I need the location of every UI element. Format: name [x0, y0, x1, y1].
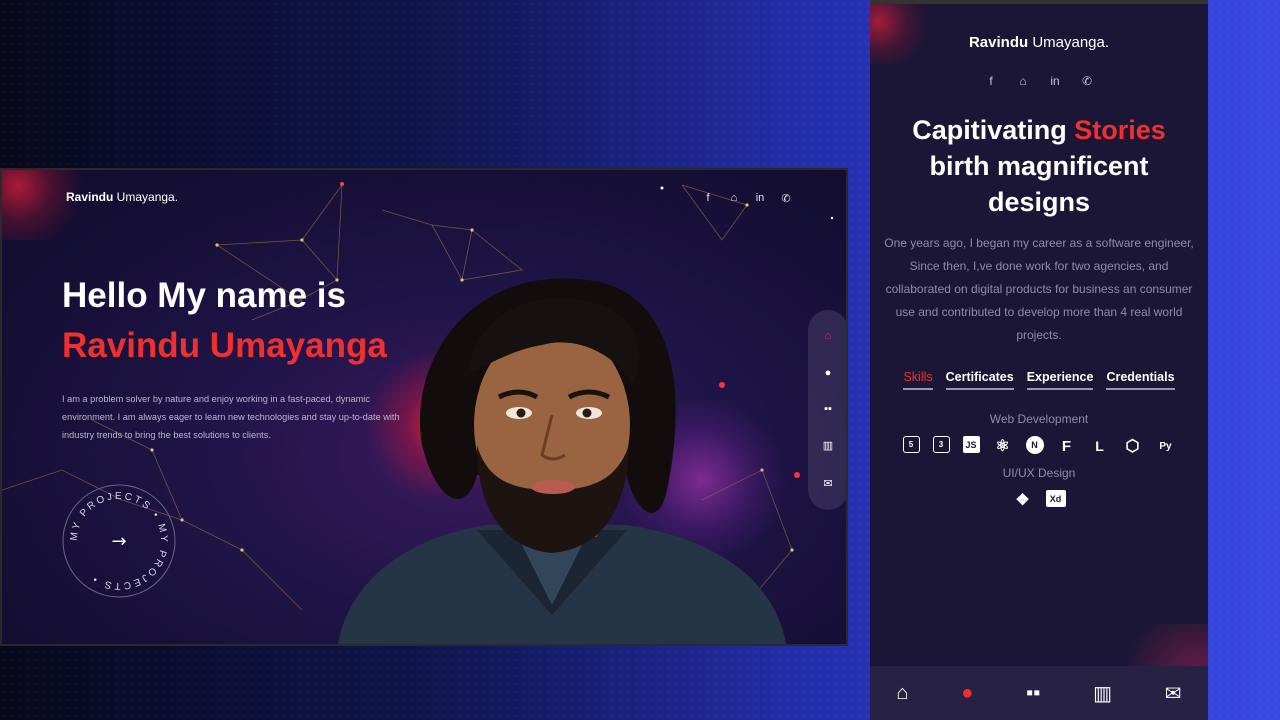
react-icon: ⚛ — [995, 438, 1010, 455]
tab-certificates[interactable]: Certificates — [945, 370, 1014, 390]
about-tabs: Skills Certificates Experience Credentia… — [870, 370, 1208, 390]
facebook-icon[interactable]: f — [702, 192, 714, 205]
web-development-heading: Web Development — [989, 412, 1089, 426]
nextjs-icon: N — [1025, 436, 1044, 454]
mail-icon[interactable]: ✉ — [1165, 681, 1182, 706]
tab-experience[interactable]: Experience — [1026, 370, 1094, 390]
social-links: f ⌂ in ✆ — [870, 74, 1208, 88]
my-projects-button[interactable]: MY PROJECTS • MY PROJECTS • → — [60, 482, 178, 600]
brand-logo[interactable]: Ravindu Umayanga. — [870, 34, 1208, 51]
uiux-design-heading: UI/UX Design — [1002, 466, 1076, 480]
about-description: One years ago, I began my career as a so… — [884, 236, 1194, 342]
github-icon[interactable]: ⌂ — [728, 192, 740, 205]
red-splash-decoration — [2, 170, 102, 240]
hero-greeting: Hello My name is — [62, 276, 346, 315]
tab-skills[interactable]: Skills — [903, 370, 933, 390]
whatsapp-icon[interactable]: ✆ — [780, 192, 792, 205]
user-icon[interactable]: ● — [825, 367, 832, 379]
whatsapp-icon[interactable]: ✆ — [1080, 74, 1094, 88]
about-title: Capitivating Stories birth magnificent d… — [912, 115, 1166, 217]
red-splash-decoration — [870, 4, 935, 64]
linkedin-icon[interactable]: in — [1048, 74, 1062, 88]
uiux-design-skills: ❖ Xd — [870, 490, 1208, 510]
mail-icon[interactable]: ✉ — [823, 477, 832, 490]
web-development-skills: 5 3 JS ⚛ N F L ⬡ Py — [870, 436, 1208, 456]
arrow-right-icon: → — [111, 531, 126, 552]
javascript-icon: JS — [962, 436, 980, 453]
home-icon[interactable]: ⌂ — [896, 682, 908, 705]
profile-portrait-image — [338, 278, 786, 644]
tab-credentials[interactable]: Credentials — [1106, 370, 1175, 390]
laravel-icon: L — [1095, 438, 1104, 454]
css3-icon: 3 — [932, 436, 950, 453]
nodejs-icon: ⬡ — [1125, 438, 1140, 455]
github-icon[interactable]: ⌂ — [1016, 74, 1030, 88]
user-icon[interactable]: ● — [961, 682, 973, 705]
mobile-bottom-nav: ⌂ ● ▪▪ ▥ ✉ — [870, 666, 1208, 720]
services-icon[interactable]: ▪▪ — [824, 403, 832, 415]
facebook-icon[interactable]: f — [984, 74, 998, 88]
figma-icon: ❖ — [1015, 492, 1030, 509]
linkedin-icon[interactable]: in — [754, 192, 766, 205]
home-icon[interactable]: ⌂ — [825, 330, 832, 342]
framer-icon: F — [1061, 437, 1072, 455]
social-links: f ⌂ in ✆ — [702, 192, 792, 205]
portfolio-icon[interactable]: ▥ — [823, 439, 833, 452]
adobe-xd-icon: Xd — [1045, 490, 1066, 507]
html5-icon: 5 — [902, 436, 920, 453]
portfolio-icon[interactable]: ▥ — [1093, 681, 1112, 706]
desktop-side-nav: ⌂ ● ▪▪ ▥ ✉ — [808, 310, 846, 510]
services-icon[interactable]: ▪▪ — [1026, 682, 1040, 705]
desktop-preview: Ravindu Umayanga. f ⌂ in ✆ Hello My name… — [0, 168, 848, 646]
python-icon: Py — [1159, 440, 1172, 452]
brand-logo[interactable]: Ravindu Umayanga. — [66, 190, 178, 204]
mobile-preview: Ravindu Umayanga. f ⌂ in ✆ Capitivating … — [870, 0, 1208, 720]
